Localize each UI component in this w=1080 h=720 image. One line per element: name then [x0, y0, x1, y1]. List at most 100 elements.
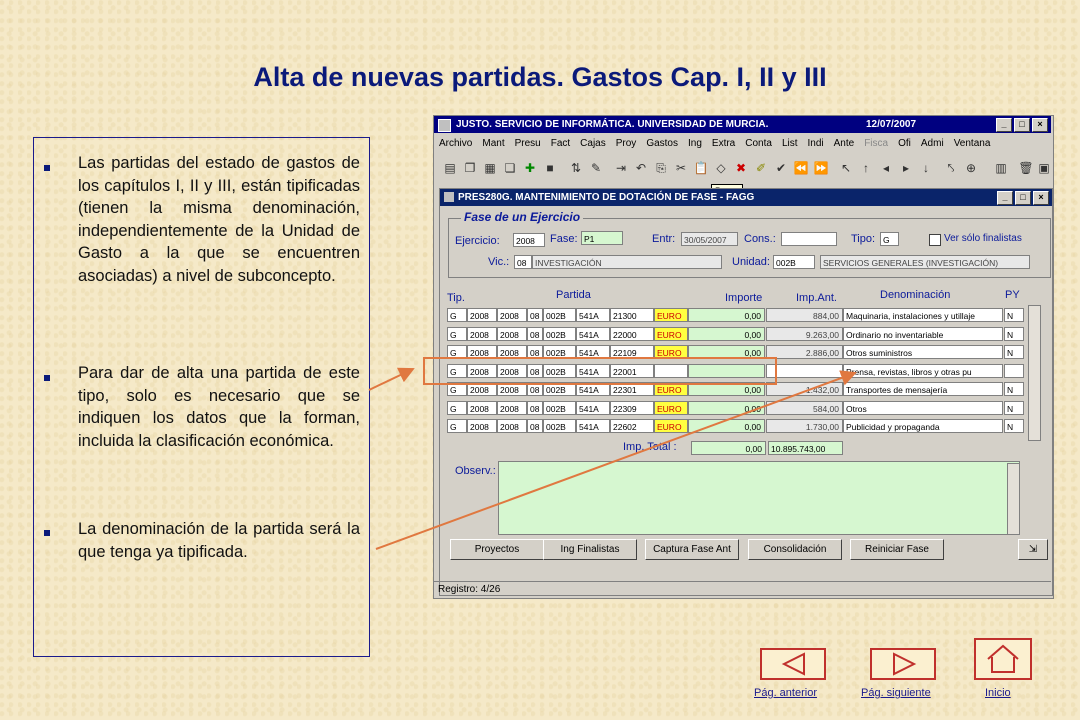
menu-extra[interactable]: Extra: [707, 136, 740, 151]
cell-f[interactable]: 22602: [610, 419, 654, 433]
cell-py[interactable]: N: [1004, 400, 1024, 415]
fase-field[interactable]: P1: [581, 231, 623, 245]
menu-fact[interactable]: Fact: [546, 136, 575, 151]
clear-icon[interactable]: ◇: [713, 160, 729, 176]
exit-form-icon[interactable]: ⇲: [1018, 539, 1048, 560]
duplicate-icon[interactable]: ❏: [502, 160, 518, 176]
delete-icon[interactable]: ✖: [733, 160, 749, 176]
menu-list[interactable]: List: [777, 136, 803, 151]
menu-ofi[interactable]: Ofi: [893, 136, 916, 151]
cell-mon[interactable]: EURO: [654, 382, 688, 396]
cell-b[interactable]: 2008: [497, 363, 527, 378]
cell-mon[interactable]: EURO: [654, 308, 688, 322]
cell-d[interactable]: 002B: [543, 345, 576, 359]
new-icon[interactable]: ▤: [442, 160, 458, 176]
cell-imp[interactable]: 0,00: [688, 345, 765, 359]
cell-c[interactable]: 08: [527, 363, 543, 378]
prev-icon[interactable]: ◂: [878, 160, 894, 176]
next-page-button[interactable]: [870, 648, 936, 680]
cell-ant[interactable]: 884,00: [766, 308, 843, 322]
menu-admi[interactable]: Admi: [916, 136, 949, 151]
cell-imp[interactable]: 0,00: [688, 400, 765, 415]
cell-c[interactable]: 08: [527, 326, 543, 341]
cut-icon[interactable]: ✂: [673, 160, 689, 176]
cell-b[interactable]: 2008: [497, 419, 527, 433]
cell-d[interactable]: 002B: [543, 400, 576, 415]
menu-gastos[interactable]: Gastos: [641, 136, 683, 151]
cell-a[interactable]: 2008: [467, 419, 497, 433]
cell-d[interactable]: 002B: [543, 326, 576, 341]
cell-den[interactable]: Prensa, revistas, libros y otras pu: [843, 363, 1003, 378]
cell-mon[interactable]: [654, 363, 688, 378]
cell-ant[interactable]: 2.886,00: [766, 345, 843, 359]
menu-proy[interactable]: Proy: [611, 136, 642, 151]
cell-den[interactable]: Publicidad y propaganda: [843, 419, 1003, 433]
menu-ante[interactable]: Ante: [829, 136, 860, 151]
cell-b[interactable]: 2008: [497, 382, 527, 396]
menu-fisca[interactable]: Fisca: [859, 136, 893, 151]
cell-e[interactable]: 541A: [576, 382, 610, 396]
cell-e[interactable]: 541A: [576, 345, 610, 359]
close-button[interactable]: ×: [1032, 118, 1048, 132]
zoom-icon[interactable]: ⊕: [963, 160, 979, 176]
cell-imp[interactable]: 0,00: [688, 308, 765, 322]
extra-icon[interactable]: ▣: [1036, 160, 1052, 176]
undo-icon[interactable]: ↶: [633, 160, 649, 176]
cell-tip[interactable]: G: [447, 382, 467, 396]
grid-icon[interactable]: ▦: [482, 160, 498, 176]
cell-tip[interactable]: G: [447, 363, 467, 378]
home-button[interactable]: [974, 638, 1032, 680]
edit-icon[interactable]: ✎: [588, 160, 604, 176]
cell-py[interactable]: N: [1004, 345, 1024, 359]
highlight-icon[interactable]: ✐: [753, 160, 769, 176]
arrow-down-icon[interactable]: ↓: [918, 160, 934, 176]
vic-code-field[interactable]: 08: [514, 255, 532, 269]
cell-py[interactable]: N: [1004, 308, 1024, 322]
cell-d[interactable]: 002B: [543, 363, 576, 378]
menu-ventana[interactable]: Ventana: [949, 136, 996, 151]
observ-textarea[interactable]: [498, 461, 1020, 535]
copy-icon[interactable]: ⎘: [653, 160, 669, 176]
cell-mon[interactable]: EURO: [654, 345, 688, 359]
cell-c[interactable]: 08: [527, 345, 543, 359]
ing-finalistas-button[interactable]: Ing Finalistas: [543, 539, 637, 560]
cell-py[interactable]: N: [1004, 326, 1024, 341]
cell-mon[interactable]: EURO: [654, 419, 688, 433]
cell-imp[interactable]: [688, 363, 765, 378]
menu-conta[interactable]: Conta: [740, 136, 777, 151]
cell-f[interactable]: 22001: [610, 363, 654, 378]
inner-maximize-button[interactable]: □: [1015, 191, 1031, 205]
save-icon[interactable]: ■: [542, 160, 558, 176]
cell-c[interactable]: 08: [527, 400, 543, 415]
cell-den[interactable]: Ordinario no inventariable: [843, 326, 1003, 341]
cell-c[interactable]: 08: [527, 419, 543, 433]
menu-archivo[interactable]: Archivo: [434, 136, 477, 151]
reiniciar-fase-button[interactable]: Reiniciar Fase: [850, 539, 944, 560]
cell-den[interactable]: Maquinaria, instalaciones y utillaje: [843, 308, 1003, 322]
cell-b[interactable]: 2008: [497, 400, 527, 415]
next-page-label[interactable]: Pág. siguiente: [861, 687, 931, 699]
cell-c[interactable]: 08: [527, 308, 543, 322]
cell-a[interactable]: 2008: [467, 345, 497, 359]
cell-py[interactable]: N: [1004, 382, 1024, 396]
cell-f[interactable]: 22109: [610, 345, 654, 359]
cell-f[interactable]: 22000: [610, 326, 654, 341]
cell-d[interactable]: 002B: [543, 419, 576, 433]
proyectos-button[interactable]: Proyectos: [450, 539, 544, 560]
inner-close-button[interactable]: ×: [1033, 191, 1049, 205]
cell-b[interactable]: 2008: [497, 326, 527, 341]
cell-f[interactable]: 22309: [610, 400, 654, 415]
cell-py[interactable]: N: [1004, 419, 1024, 433]
cell-ant[interactable]: 584,00: [766, 400, 843, 415]
cell-f[interactable]: 21300: [610, 308, 654, 322]
paste-icon[interactable]: 📋: [693, 160, 709, 176]
next-icon[interactable]: ▸: [898, 160, 914, 176]
menu-indi[interactable]: Indi: [803, 136, 829, 151]
menu-cajas[interactable]: Cajas: [575, 136, 611, 151]
cell-tip[interactable]: G: [447, 419, 467, 433]
maximize-button[interactable]: □: [1014, 118, 1030, 132]
consolidacion-button[interactable]: Consolidación: [748, 539, 842, 560]
cell-tip[interactable]: G: [447, 326, 467, 341]
table-scrollbar[interactable]: [1028, 305, 1041, 441]
cell-a[interactable]: 2008: [467, 400, 497, 415]
